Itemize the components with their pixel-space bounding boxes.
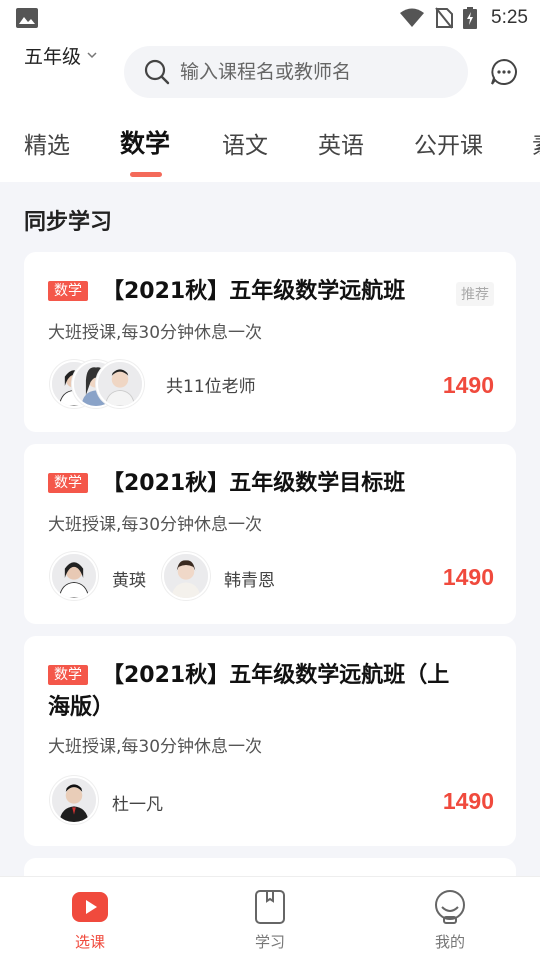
message-icon[interactable] [490, 58, 518, 86]
profile-icon [435, 890, 465, 924]
nav-label: 选课 [74, 933, 105, 951]
teacher-name: 杜一凡 [112, 795, 163, 815]
nav-label: 学习 [254, 933, 285, 951]
grade-selector[interactable]: 五年级 [24, 42, 97, 69]
section-title: 同步学习 [24, 210, 113, 235]
course-title: 数学 【2021秋】五年级数学目标班 [48, 468, 468, 500]
course-title: 数学 【2021秋】五年级数学远航班 [48, 276, 468, 308]
nav-courses[interactable]: 选课 [0, 877, 180, 960]
course-description: 大班授课,每30分钟休息一次 [48, 515, 263, 535]
subject-badge: 数学 [48, 665, 88, 685]
course-description: 大班授课,每30分钟休息一次 [48, 737, 263, 757]
grade-label: 五年级 [24, 46, 82, 68]
tab-chinese[interactable]: 语文 [222, 126, 268, 160]
nav-study[interactable]: 学习 [180, 877, 360, 960]
play-icon [72, 892, 108, 922]
avatar [50, 552, 98, 600]
app-header: 五年级 精选 数学 语文 英语 公开课 素 [0, 36, 540, 182]
course-price: 1490 [442, 788, 494, 814]
nav-profile[interactable]: 我的 [360, 877, 540, 960]
tab-featured[interactable]: 精选 [24, 126, 70, 160]
active-tab-indicator [130, 172, 162, 177]
status-icons: 5:25 [399, 6, 528, 30]
image-notification-icon [16, 8, 38, 28]
bottom-navigation: 选课 学习 我的 [0, 876, 540, 960]
subject-tabs: 精选 数学 语文 英语 公开课 素 [0, 124, 540, 182]
course-description: 大班授课,每30分钟休息一次 [48, 323, 263, 343]
course-card[interactable]: 数学 【2021秋】五年级数学远航班（上海版） 大班授课,每30分钟休息一次 杜一… [24, 636, 516, 846]
course-card[interactable]: 数学 【2021秋】五年级数学目标班 大班授课,每30分钟休息一次 黄瑛 韩青恩 … [24, 444, 516, 624]
clock: 5:25 [491, 7, 528, 28]
tab-math[interactable]: 数学 [120, 124, 170, 160]
book-icon [255, 890, 285, 924]
avatar [96, 360, 144, 408]
subject-badge: 数学 [48, 281, 88, 301]
wifi-icon [400, 8, 425, 27]
tab-english[interactable]: 英语 [318, 126, 364, 160]
recommend-tag: 推荐 [456, 282, 494, 306]
avatar [162, 552, 210, 600]
nav-label: 我的 [434, 933, 465, 951]
chevron-down-icon [87, 51, 97, 58]
tab-open-course[interactable]: 公开课 [414, 126, 483, 160]
no-sim-icon [435, 7, 454, 29]
teacher-name: 韩青恩 [224, 571, 275, 591]
course-title: 数学 【2021秋】五年级数学远航班（上海版） [48, 663, 450, 720]
search-bar[interactable] [124, 46, 468, 98]
avatar [50, 776, 98, 824]
course-price: 1490 [442, 372, 494, 398]
course-price: 1490 [442, 564, 494, 590]
search-icon [144, 59, 170, 85]
status-bar: 5:25 [0, 0, 540, 36]
battery-charging-icon [463, 7, 478, 29]
teacher-count: 共11位老师 [166, 377, 256, 397]
tab-more[interactable]: 素 [532, 126, 540, 160]
subject-badge: 数学 [48, 473, 88, 493]
teacher-name: 黄瑛 [112, 571, 146, 591]
search-input[interactable] [180, 61, 440, 83]
course-card[interactable]: 数学 【2021秋】五年级数学远航班 推荐 大班授课,每30分钟休息一次 共11位… [24, 252, 516, 432]
